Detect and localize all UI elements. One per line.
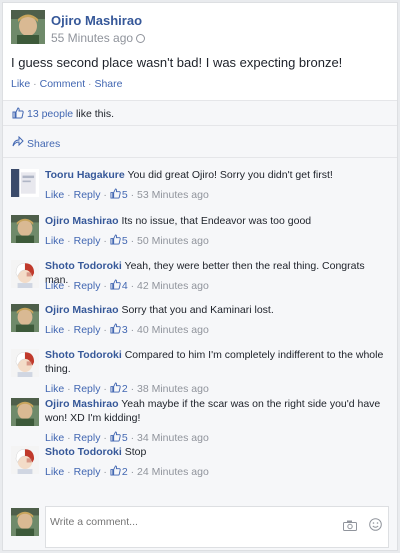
thumbs-up-icon: [110, 279, 121, 293]
comment-author[interactable]: Ojiro Mashirao: [45, 215, 119, 227]
post-share-link[interactable]: Share: [94, 78, 122, 90]
comment-meta: Like · Reply · 5 · 50 Minutes ago: [45, 234, 209, 248]
avatar[interactable]: [11, 304, 39, 332]
post-action-links: Like · Comment · Share: [11, 78, 123, 90]
avatar[interactable]: [11, 169, 39, 197]
comment-timestamp[interactable]: 24 Minutes ago: [137, 466, 209, 478]
post-card: Ojiro Mashirao 55 Minutes ago I guess se…: [2, 2, 398, 551]
share-arrow-icon: [12, 135, 24, 150]
thumbs-up-icon: [110, 234, 121, 248]
thumbs-up-icon: [110, 323, 121, 337]
comment-author[interactable]: Shoto Todoroki: [45, 260, 122, 272]
comment-like-link[interactable]: Like: [45, 466, 64, 478]
shares-link[interactable]: Shares: [27, 138, 60, 150]
comment-like-link[interactable]: Like: [45, 324, 64, 336]
avatar[interactable]: [11, 398, 39, 426]
globe-icon: [136, 34, 146, 43]
comment-item: Ojiro Mashirao Its no issue, that Endeav…: [3, 210, 397, 250]
comments-list: Tooru Hagakure You did great Ojiro! Sorr…: [3, 158, 397, 550]
shares-summary: Shares: [3, 126, 397, 158]
comment-input-box[interactable]: [45, 506, 389, 548]
thumbs-up-icon: [110, 465, 121, 479]
comment-like-link[interactable]: Like: [45, 189, 64, 201]
avatar[interactable]: [11, 10, 45, 44]
comment-body: Ojiro Mashirao Its no issue, that Endeav…: [45, 214, 385, 228]
avatar[interactable]: [11, 215, 39, 243]
post-timestamp[interactable]: 55 Minutes ago: [51, 31, 146, 45]
comment-item: Shoto Todoroki Compared to him I'm compl…: [3, 344, 397, 395]
likes-summary: 13 people like this.: [3, 100, 397, 126]
likes-text: 13 people like this.: [27, 108, 114, 120]
post-time-text: 55 Minutes ago: [51, 31, 134, 45]
comment-reply-link[interactable]: Reply: [74, 280, 101, 292]
avatar[interactable]: [11, 446, 39, 474]
avatar[interactable]: [11, 349, 39, 377]
comment-meta: Like · Reply · 4 · 42 Minutes ago: [45, 279, 209, 293]
likes-count-link[interactable]: 13 people: [27, 108, 73, 120]
comment-reply-link[interactable]: Reply: [74, 189, 101, 201]
comment-item: Ojiro Mashirao Yeah maybe if the scar wa…: [3, 393, 397, 444]
comment-composer: [3, 498, 397, 550]
avatar[interactable]: [11, 260, 39, 288]
comment-meta: Like · Reply · 3 · 40 Minutes ago: [45, 323, 209, 337]
comment-like-link[interactable]: Like: [45, 280, 64, 292]
comment-text: You did great Ojiro! Sorry you didn't ge…: [127, 169, 333, 181]
comment-item: Shoto Todoroki Yeah, they were better th…: [3, 255, 397, 295]
emoji-icon[interactable]: [369, 518, 382, 534]
comment-text: Its no issue, that Endeavor was too good: [121, 215, 312, 227]
comment-body: Shoto Todoroki Stop: [45, 445, 385, 459]
comment-author[interactable]: Ojiro Mashirao: [45, 304, 119, 316]
thumbs-up-icon: [110, 188, 121, 202]
avatar: [11, 508, 39, 536]
thumbs-up-icon: [12, 107, 24, 122]
comment-author[interactable]: Ojiro Mashirao: [45, 398, 119, 410]
comment-author[interactable]: Shoto Todoroki: [45, 349, 122, 361]
comment-body: Shoto Todoroki Compared to him I'm compl…: [45, 348, 385, 376]
comment-like-link[interactable]: Like: [45, 235, 64, 247]
comment-timestamp[interactable]: 50 Minutes ago: [137, 235, 209, 247]
comment-input[interactable]: [50, 516, 330, 528]
post-author[interactable]: Ojiro Mashirao: [51, 13, 142, 28]
comment-timestamp[interactable]: 42 Minutes ago: [137, 280, 209, 292]
post-comment-link[interactable]: Comment: [40, 78, 86, 90]
comment-reply-link[interactable]: Reply: [74, 235, 101, 247]
comment-meta: Like · Reply · 5 · 53 Minutes ago: [45, 188, 209, 202]
comment-timestamp[interactable]: 53 Minutes ago: [137, 189, 209, 201]
comment-reply-link[interactable]: Reply: [74, 324, 101, 336]
comment-body: Ojiro Mashirao Sorry that you and Kamina…: [45, 303, 385, 317]
comment-author[interactable]: Shoto Todoroki: [45, 446, 122, 458]
comment-timestamp[interactable]: 40 Minutes ago: [137, 324, 209, 336]
comment-text: Sorry that you and Kaminari lost.: [121, 304, 274, 316]
comment-item: Ojiro Mashirao Sorry that you and Kamina…: [3, 299, 397, 339]
comment-text: Stop: [124, 446, 147, 458]
comment-body: Tooru Hagakure You did great Ojiro! Sorr…: [45, 168, 385, 182]
post-body: I guess second place wasn't bad! I was e…: [11, 55, 343, 70]
comment-item: Tooru Hagakure You did great Ojiro! Sorr…: [3, 164, 397, 204]
comment-reply-link[interactable]: Reply: [74, 466, 101, 478]
comment-item: Shoto Todoroki Stop Like · Reply · 2 · 24…: [3, 441, 397, 481]
comment-author[interactable]: Tooru Hagakure: [45, 169, 125, 181]
comment-body: Ojiro Mashirao Yeah maybe if the scar wa…: [45, 397, 385, 425]
comment-meta: Like · Reply · 2 · 24 Minutes ago: [45, 465, 209, 479]
camera-icon[interactable]: [343, 520, 357, 534]
post-like-link[interactable]: Like: [11, 78, 30, 90]
